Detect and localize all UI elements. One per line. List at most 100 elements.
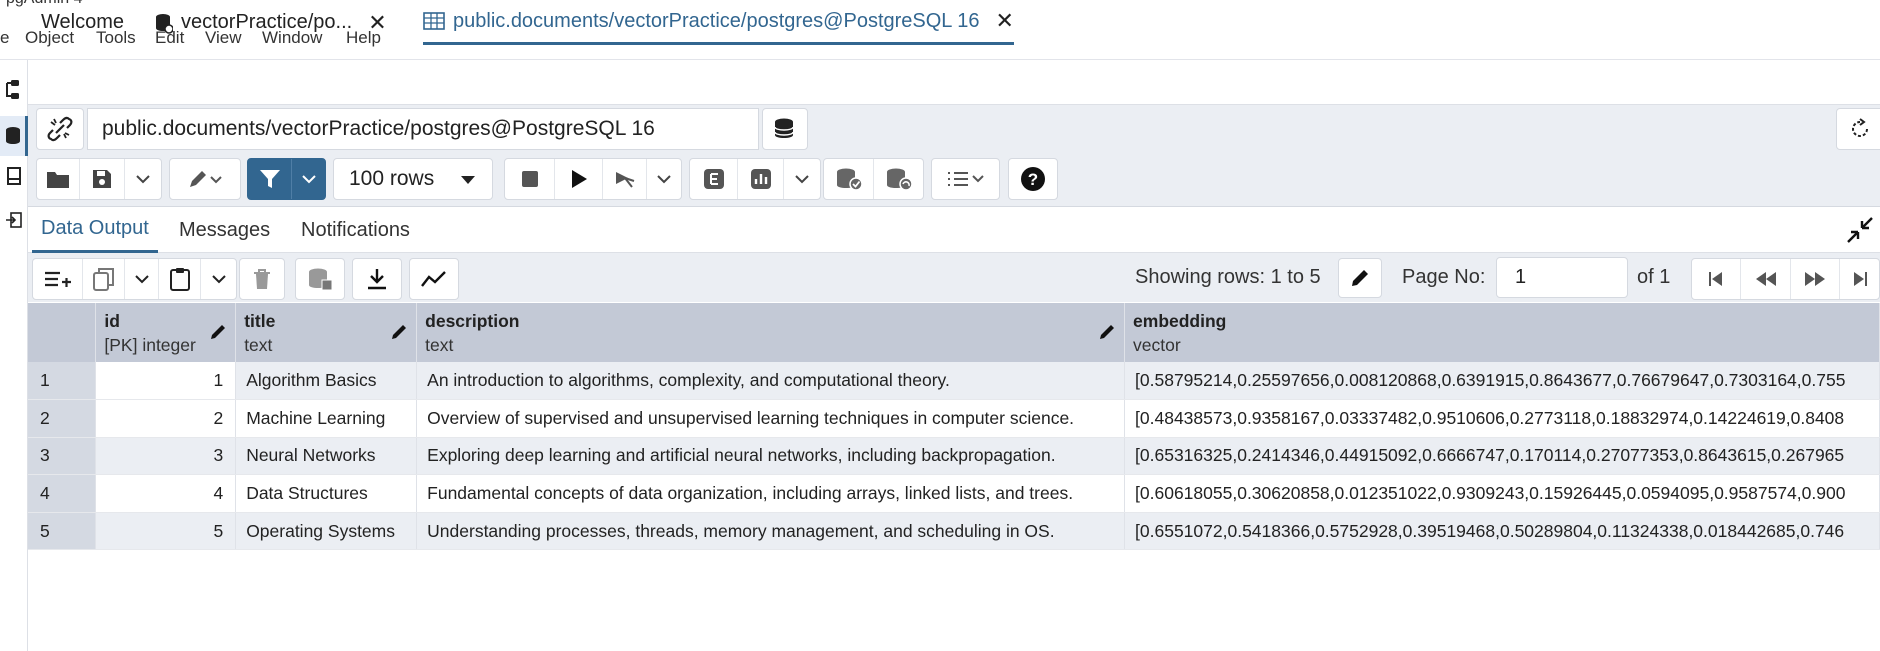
cell-embedding[interactable]: [0.58795214,0.25597656,0.008120868,0.639… xyxy=(1124,362,1880,401)
close-tab-icon[interactable]: ✕ xyxy=(368,10,386,36)
cell-embedding[interactable]: [0.6551072,0.5418366,0.5752928,0.3951946… xyxy=(1124,512,1880,551)
explain-analyze-button[interactable] xyxy=(738,159,784,199)
tab-vectorpractice[interactable]: vectorPractice/po... ✕ xyxy=(155,0,387,45)
help-button[interactable]: ? xyxy=(1009,159,1057,199)
table-row[interactable]: 3 3 Neural Networks Exploring deep learn… xyxy=(28,437,1880,476)
cell-description[interactable]: Fundamental concepts of data organizatio… xyxy=(416,474,1126,513)
download-button[interactable] xyxy=(353,259,401,299)
cell-description[interactable]: Exploring deep learning and artificial n… xyxy=(416,437,1126,476)
column-header-title[interactable]: title text xyxy=(235,303,418,362)
pencil-icon[interactable] xyxy=(209,323,227,346)
column-type: text xyxy=(425,335,454,355)
execute-script-button[interactable] xyxy=(603,159,647,199)
tab-notifications[interactable]: Notifications xyxy=(301,207,410,253)
tab-data-output[interactable]: Data Output xyxy=(32,207,158,253)
page-number-input[interactable]: 1 xyxy=(1496,257,1628,298)
add-row-button[interactable] xyxy=(33,259,83,299)
table-row[interactable]: 1 1 Algorithm Basics An introduction to … xyxy=(28,362,1880,401)
filter-options-dropdown[interactable] xyxy=(292,159,325,199)
row-number-header[interactable] xyxy=(28,303,97,362)
next-page-button[interactable] xyxy=(1791,259,1840,299)
cell-embedding[interactable]: [0.48438573,0.9358167,0.03337482,0.95106… xyxy=(1124,399,1880,438)
save-options-dropdown[interactable] xyxy=(125,159,161,199)
delete-row-group[interactable] xyxy=(239,258,285,300)
cell-title[interactable]: Operating Systems xyxy=(235,512,418,551)
sql-file-icon[interactable] xyxy=(0,156,28,196)
query-tool-icon[interactable] xyxy=(0,116,28,156)
stop-button[interactable] xyxy=(505,159,555,199)
pencil-icon[interactable] xyxy=(1098,323,1116,346)
cell-id[interactable]: 4 xyxy=(95,474,237,513)
cell-id[interactable]: 1 xyxy=(95,362,237,401)
cell-description[interactable]: Understanding processes, threads, memory… xyxy=(416,512,1126,551)
menu-file[interactable]: e xyxy=(0,28,9,48)
new-connection-button[interactable] xyxy=(762,108,808,150)
row-number[interactable]: 1 xyxy=(28,362,97,401)
close-window-icon[interactable] xyxy=(1850,0,1868,11)
last-page-button[interactable] xyxy=(1840,259,1879,299)
cell-description[interactable]: An introduction to algorithms, complexit… xyxy=(416,362,1126,401)
logout-icon[interactable] xyxy=(0,200,28,240)
row-number[interactable]: 2 xyxy=(28,399,97,438)
cell-id[interactable]: 2 xyxy=(95,399,237,438)
column-header-description[interactable]: description text xyxy=(416,303,1126,362)
copy-button[interactable] xyxy=(83,259,125,299)
paste-options-dropdown[interactable] xyxy=(201,259,236,299)
chevron-down-icon xyxy=(134,274,149,284)
first-page-button[interactable] xyxy=(1692,259,1741,299)
row-number[interactable]: 5 xyxy=(28,512,97,551)
execute-options-dropdown[interactable] xyxy=(647,159,681,199)
connection-status-button[interactable] xyxy=(36,108,84,150)
table-row[interactable]: 4 4 Data Structures Fundamental concepts… xyxy=(28,474,1880,513)
save-button[interactable] xyxy=(80,159,125,199)
pencil-icon[interactable] xyxy=(390,323,408,346)
rows-limit-select[interactable]: 100 rows xyxy=(333,158,493,200)
explain-options-dropdown[interactable] xyxy=(784,159,820,199)
macros-dropdown-button[interactable] xyxy=(932,159,999,199)
row-number[interactable]: 4 xyxy=(28,474,97,513)
delete-row-button[interactable] xyxy=(240,259,284,299)
tab-welcome[interactable]: Welcome xyxy=(41,0,124,45)
cell-id[interactable]: 5 xyxy=(95,512,237,551)
table-row[interactable]: 5 5 Operating Systems Understanding proc… xyxy=(28,512,1880,551)
column-header-embedding[interactable]: embedding vector xyxy=(1124,303,1880,362)
macros-button-group[interactable] xyxy=(931,158,1000,200)
copy-options-dropdown[interactable] xyxy=(125,259,159,299)
graph-visualiser-button[interactable] xyxy=(410,259,458,299)
paste-button[interactable] xyxy=(159,259,201,299)
cell-title[interactable]: Machine Learning xyxy=(235,399,418,438)
tab-messages[interactable]: Messages xyxy=(179,207,270,253)
edit-button-group[interactable] xyxy=(169,158,241,200)
edit-dropdown-button[interactable] xyxy=(170,159,240,199)
graph-group[interactable] xyxy=(409,258,459,300)
filter-button[interactable] xyxy=(248,159,292,199)
save-data-button[interactable] xyxy=(296,259,344,299)
collapse-panel-icon[interactable] xyxy=(1846,216,1874,249)
cell-title[interactable]: Algorithm Basics xyxy=(235,362,418,401)
cell-id[interactable]: 3 xyxy=(95,437,237,476)
edit-pagination-button[interactable] xyxy=(1338,258,1382,298)
refresh-connection-button[interactable] xyxy=(1836,108,1880,150)
close-tab-icon[interactable]: ✕ xyxy=(995,8,1013,34)
connection-select[interactable]: public.documents/vectorPractice/postgres… xyxy=(87,108,759,150)
table-row[interactable]: 2 2 Machine Learning Overview of supervi… xyxy=(28,399,1880,438)
save-data-group[interactable] xyxy=(295,258,345,300)
cell-title[interactable]: Neural Networks xyxy=(235,437,418,476)
cell-title[interactable]: Data Structures xyxy=(235,474,418,513)
cell-embedding[interactable]: [0.60618055,0.30620858,0.012351022,0.930… xyxy=(1124,474,1880,513)
explain-button[interactable] xyxy=(690,159,738,199)
commit-button[interactable] xyxy=(824,159,874,199)
object-explorer-icon[interactable] xyxy=(0,70,28,110)
execute-button[interactable] xyxy=(555,159,603,199)
previous-page-button[interactable] xyxy=(1741,259,1791,299)
maximize-icon[interactable] xyxy=(1775,0,1791,11)
tab-documents-query[interactable]: public.documents/vectorPractice/postgres… xyxy=(423,0,1014,45)
column-header-id[interactable]: id [PK] integer xyxy=(95,303,237,362)
help-button-group[interactable]: ? xyxy=(1008,158,1058,200)
cell-description[interactable]: Overview of supervised and unsupervised … xyxy=(416,399,1126,438)
cell-embedding[interactable]: [0.65316325,0.2414346,0.44915092,0.66667… xyxy=(1124,437,1880,476)
download-group[interactable] xyxy=(352,258,402,300)
open-file-button[interactable] xyxy=(37,159,80,199)
rollback-button[interactable] xyxy=(874,159,923,199)
row-number[interactable]: 3 xyxy=(28,437,97,476)
